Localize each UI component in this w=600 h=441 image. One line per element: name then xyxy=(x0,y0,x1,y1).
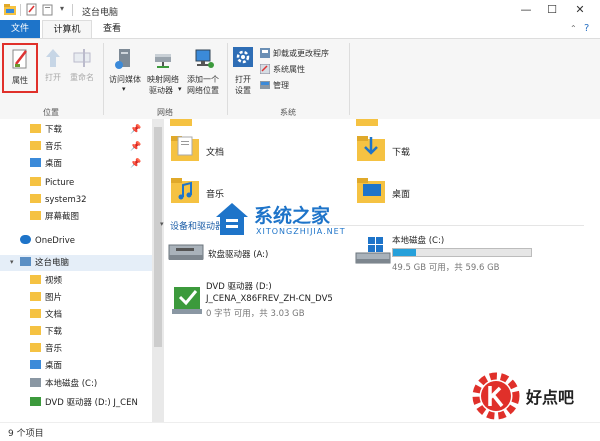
open-icon xyxy=(46,49,60,67)
folder-icon xyxy=(170,119,192,126)
window-title: 这台电脑 xyxy=(82,8,119,18)
nav-item-dvd-drive[interactable]: DVD 驱动器 (D:) J_CEN xyxy=(30,395,138,411)
pin-icon[interactable]: 📌 xyxy=(130,142,141,152)
map-drive-dropdown-icon: ▾ xyxy=(178,85,182,93)
manage-button[interactable]: 管理 xyxy=(260,79,350,92)
computer-icon xyxy=(20,257,31,266)
nav-item-this-pc[interactable]: 这台电脑 xyxy=(20,255,69,271)
status-bar: 9 个项目 xyxy=(0,422,600,441)
gear-logo-icon xyxy=(472,372,520,420)
help-icon[interactable]: ? xyxy=(584,23,589,34)
system-properties-icon xyxy=(260,64,270,74)
navigation-pane: 下载 📌 音乐 📌 桌面 📌 Picture system32 屏幕截图 One… xyxy=(0,119,152,422)
music-folder-icon xyxy=(30,141,41,150)
watermark-haodianba: 好点吧 xyxy=(468,368,598,424)
music-folder-icon xyxy=(30,343,41,352)
media-server-icon xyxy=(115,49,130,69)
group-system-label: 系统 xyxy=(280,108,296,117)
folder-icon xyxy=(30,211,41,220)
access-media-dropdown-icon: ▾ xyxy=(122,85,126,93)
settings-gear-icon xyxy=(233,47,253,67)
documents-folder-icon xyxy=(171,136,199,161)
pin-icon[interactable]: 📌 xyxy=(130,125,141,135)
rename-icon xyxy=(73,49,91,67)
nav-item-pictures[interactable]: 图片 xyxy=(30,290,62,306)
explorer-icon[interactable] xyxy=(3,3,17,17)
desktop-folder-icon xyxy=(30,158,41,167)
nav-item-downloads-pc[interactable]: 下载 xyxy=(30,324,62,340)
rename-button[interactable]: 重命名 xyxy=(66,45,98,91)
watermark-xitongzhijia: 系统之家 XITONGZHIJIA.NET xyxy=(210,197,410,245)
downloads-folder-icon xyxy=(30,124,41,133)
uninstall-program-button[interactable]: 卸载或更改程序 xyxy=(260,47,350,60)
xitongzhijia-logo-icon xyxy=(216,203,248,235)
disk-usage-fill xyxy=(393,249,417,256)
downloads-folder-icon xyxy=(30,326,41,335)
nav-scrollbar-thumb[interactable] xyxy=(154,127,162,347)
nav-scrollbar[interactable] xyxy=(152,119,164,422)
folder-icon xyxy=(356,119,378,126)
ribbon-tabs: 文件 计算机 查看 ⌃ ? xyxy=(0,20,600,39)
nav-item-videos[interactable]: 视频 xyxy=(30,273,62,289)
nav-item-downloads[interactable]: 下载 xyxy=(30,122,62,138)
chevron-down-icon[interactable]: ▾ xyxy=(160,220,164,228)
new-folder-quick-icon[interactable] xyxy=(42,3,54,17)
minimize-button[interactable]: — xyxy=(516,2,536,18)
cloud-icon xyxy=(20,235,31,244)
nav-item-onedrive[interactable]: OneDrive xyxy=(20,233,75,249)
ribbon: 属性 打开 重命名 位置 访问媒体 ▾ 映射网络 驱动器 ▾ 添加一个 网络位置 xyxy=(0,38,600,120)
disk-usage-bar xyxy=(392,248,532,257)
hard-drive-icon xyxy=(30,378,41,387)
nav-item-music[interactable]: 音乐 xyxy=(30,139,62,155)
title-bar: ▾ 这台电脑 — ☐ ✕ xyxy=(0,0,600,21)
desktop-folder-icon xyxy=(30,360,41,369)
videos-folder-icon xyxy=(30,275,41,284)
system-properties-button[interactable]: 系统属性 xyxy=(260,63,350,76)
open-settings-button[interactable]: 打开 设置 xyxy=(230,45,256,97)
nav-item-documents[interactable]: 文档 xyxy=(30,307,62,323)
music-folder-icon xyxy=(171,178,199,203)
documents-folder-icon xyxy=(30,309,41,318)
nav-item-desktop[interactable]: 桌面 xyxy=(30,156,62,172)
drive-dvd-d[interactable]: DVD 驱动器 (D:) J_CENA_X86FREV_ZH-CN_DV5 0 … xyxy=(168,281,428,325)
properties-button[interactable]: 属性 xyxy=(2,43,38,93)
open-button[interactable]: 打开 xyxy=(40,45,66,91)
nav-item-music-pc[interactable]: 音乐 xyxy=(30,341,62,357)
folder-icon xyxy=(30,177,41,186)
tab-file[interactable]: 文件 xyxy=(0,20,40,38)
access-media-button[interactable]: 访问媒体 ▾ xyxy=(106,45,144,97)
collapse-ribbon-icon[interactable]: ⌃ xyxy=(570,24,577,33)
map-network-drive-button[interactable]: 映射网络 驱动器 ▾ xyxy=(144,45,182,97)
dvd-drive-icon xyxy=(30,397,41,406)
properties-quick-icon[interactable] xyxy=(26,3,38,17)
nav-item-picture[interactable]: Picture xyxy=(30,175,74,191)
group-location-label: 位置 xyxy=(43,108,59,117)
dvd-install-icon xyxy=(172,287,202,314)
status-item-count: 9 个项目 xyxy=(8,429,44,439)
maximize-button[interactable]: ☐ xyxy=(542,2,562,18)
nav-item-desktop-pc[interactable]: 桌面 xyxy=(30,358,62,374)
nav-item-system32[interactable]: system32 xyxy=(30,192,87,208)
folder-icon xyxy=(30,194,41,203)
tab-computer[interactable]: 计算机 xyxy=(42,20,92,39)
floppy-drive-icon xyxy=(168,244,204,260)
tab-view[interactable]: 查看 xyxy=(92,20,132,38)
programs-icon xyxy=(260,48,270,58)
chevron-down-icon[interactable]: ▾ xyxy=(10,258,14,266)
properties-icon xyxy=(12,49,27,69)
folder-downloads[interactable]: 下载 xyxy=(356,133,476,167)
nav-item-local-disk[interactable]: 本地磁盘 (C:) xyxy=(30,376,97,392)
network-drive-icon xyxy=(155,54,171,68)
nav-item-screenshots[interactable]: 屏幕截图 xyxy=(30,209,79,225)
add-network-location-button[interactable]: 添加一个 网络位置 xyxy=(184,45,222,97)
pin-icon[interactable]: 📌 xyxy=(130,159,141,169)
manage-icon xyxy=(260,81,270,89)
customize-quick-access-icon[interactable]: ▾ xyxy=(60,4,64,13)
group-network-label: 网络 xyxy=(157,108,173,117)
folder-documents[interactable]: 文档 xyxy=(170,133,290,167)
downloads-folder-icon xyxy=(357,136,385,161)
network-location-icon xyxy=(195,49,214,68)
close-button[interactable]: ✕ xyxy=(570,2,590,18)
pictures-folder-icon xyxy=(30,292,41,301)
